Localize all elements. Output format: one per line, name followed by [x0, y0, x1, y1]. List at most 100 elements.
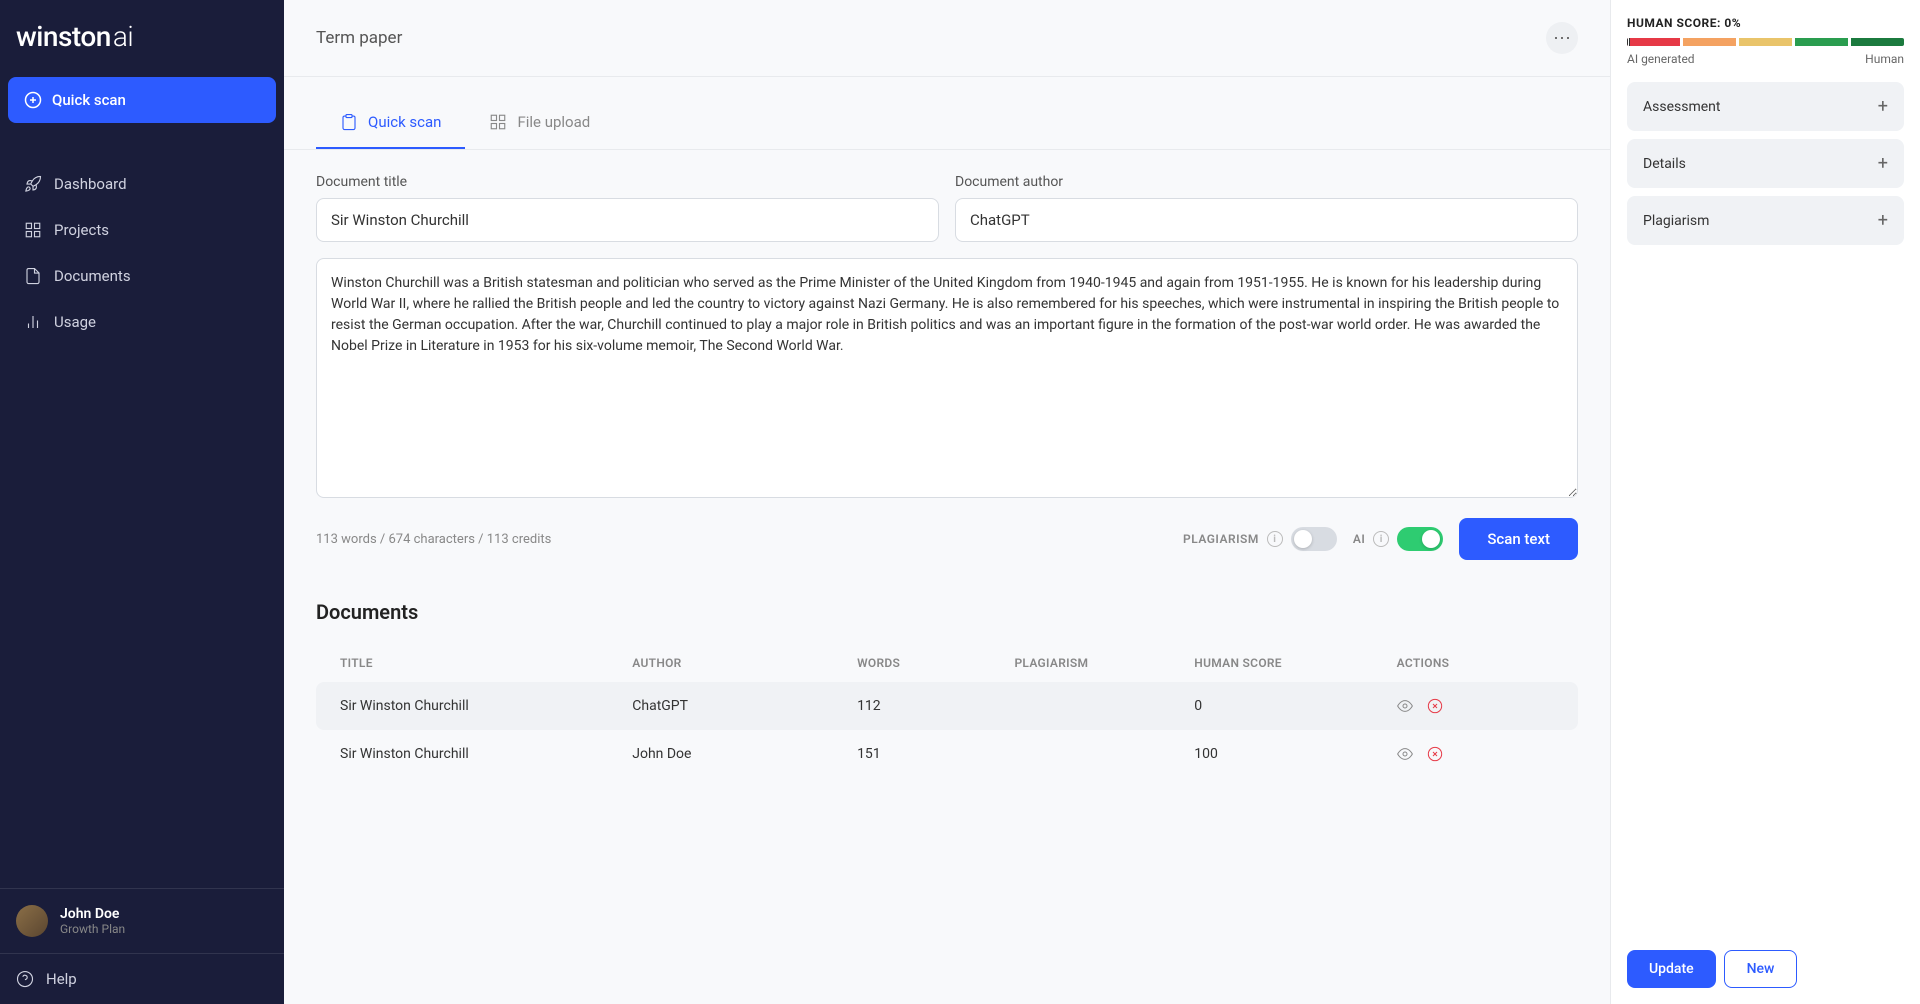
logo-suffix: ai — [113, 20, 133, 53]
plagiarism-label: PLAGIARISM — [1183, 532, 1259, 546]
logo: winstonai — [0, 0, 284, 77]
score-seg-red — [1627, 38, 1680, 46]
tabs: Quick scan File upload — [284, 97, 1610, 150]
chart-icon — [24, 313, 42, 331]
col-actions: ACTIONS — [1397, 656, 1554, 670]
eye-icon[interactable] — [1397, 698, 1413, 714]
legend-human: Human — [1865, 52, 1904, 66]
rocket-icon — [24, 175, 42, 193]
cell-human-score: 0 — [1194, 698, 1396, 714]
accordion-assessment-label: Assessment — [1643, 99, 1720, 115]
nav-documents-label: Documents — [54, 267, 131, 285]
panel-footer: Update New — [1627, 950, 1904, 988]
right-panel: HUMAN SCORE: 0% AI generated Human Asses… — [1610, 0, 1920, 1004]
nav-dashboard[interactable]: Dashboard — [8, 163, 276, 205]
col-human-score: HUMAN SCORE — [1194, 656, 1396, 670]
delete-icon[interactable] — [1427, 698, 1443, 714]
sidebar-footer: John Doe Growth Plan Help — [0, 888, 284, 1004]
upload-icon — [489, 113, 507, 131]
tab-file-upload-label: File upload — [517, 113, 590, 131]
clipboard-icon — [340, 113, 358, 131]
nav-documents[interactable]: Documents — [8, 255, 276, 297]
cell-words: 112 — [857, 698, 1014, 714]
col-author: AUTHOR — [632, 656, 857, 670]
row-actions — [1397, 746, 1554, 762]
author-label: Document author — [955, 174, 1578, 190]
quick-scan-label: Quick scan — [52, 91, 126, 109]
delete-icon[interactable] — [1427, 746, 1443, 762]
user-info: John Doe Growth Plan — [60, 906, 125, 936]
score-seg-yellow — [1739, 38, 1792, 46]
avatar — [16, 905, 48, 937]
row-actions — [1397, 698, 1554, 714]
ai-toggle-group: AI i — [1353, 527, 1443, 551]
header-menu-button[interactable]: ⋯ — [1546, 22, 1578, 54]
legend-ai: AI generated — [1627, 52, 1695, 66]
score-seg-green — [1795, 38, 1848, 46]
title-group: Document title — [316, 174, 939, 242]
form-row: Document title Document author — [316, 174, 1578, 242]
accordion-details[interactable]: Details + — [1627, 139, 1904, 188]
plagiarism-toggle[interactable] — [1291, 527, 1337, 551]
help-section[interactable]: Help — [0, 953, 284, 1004]
quick-scan-button[interactable]: Quick scan — [8, 77, 276, 123]
cell-title: Sir Winston Churchill — [340, 698, 632, 714]
user-name: John Doe — [60, 906, 125, 922]
page-title: Term paper — [316, 28, 402, 48]
info-icon[interactable]: i — [1373, 531, 1389, 547]
document-textarea[interactable] — [316, 258, 1578, 498]
tab-file-upload[interactable]: File upload — [465, 97, 614, 149]
documents-section: Documents TITLE AUTHOR WORDS PLAGIARISM … — [316, 600, 1578, 778]
update-button[interactable]: Update — [1627, 950, 1716, 988]
new-button[interactable]: New — [1724, 950, 1798, 988]
info-icon[interactable]: i — [1267, 531, 1283, 547]
accordion-details-label: Details — [1643, 156, 1686, 172]
table-row[interactable]: Sir Winston Churchill ChatGPT 112 0 — [316, 682, 1578, 730]
cell-title: Sir Winston Churchill — [340, 746, 632, 762]
title-input[interactable] — [316, 198, 939, 242]
main: Term paper ⋯ Quick scan File upload Docu… — [284, 0, 1610, 1004]
col-plagiarism: PLAGIARISM — [1014, 656, 1194, 670]
nav-usage[interactable]: Usage — [8, 301, 276, 343]
documents-table: TITLE AUTHOR WORDS PLAGIARISM HUMAN SCOR… — [316, 644, 1578, 778]
accordion-plagiarism[interactable]: Plagiarism + — [1627, 196, 1904, 245]
user-section[interactable]: John Doe Growth Plan — [0, 888, 284, 953]
ai-label: AI — [1353, 532, 1365, 546]
nav-projects[interactable]: Projects — [8, 209, 276, 251]
plagiarism-toggle-group: PLAGIARISM i — [1183, 527, 1337, 551]
cell-human-score: 100 — [1194, 746, 1396, 762]
score-bar — [1627, 38, 1904, 46]
nav-projects-label: Projects — [54, 221, 109, 239]
tab-quick-scan[interactable]: Quick scan — [316, 97, 465, 149]
section-title: Documents — [316, 600, 1578, 624]
cell-author: John Doe — [632, 746, 857, 762]
author-input[interactable] — [955, 198, 1578, 242]
accordion-plagiarism-label: Plagiarism — [1643, 213, 1709, 229]
score-legend: AI generated Human — [1627, 52, 1904, 66]
eye-icon[interactable] — [1397, 746, 1413, 762]
ai-toggle[interactable] — [1397, 527, 1443, 551]
nav-dashboard-label: Dashboard — [54, 175, 127, 193]
sidebar: winstonai Quick scan Dashboard Projects … — [0, 0, 284, 1004]
table-header: TITLE AUTHOR WORDS PLAGIARISM HUMAN SCOR… — [316, 644, 1578, 682]
plus-circle-icon — [24, 91, 42, 109]
controls-right: PLAGIARISM i AI i Scan text — [1183, 518, 1578, 560]
col-title: TITLE — [340, 656, 632, 670]
word-count: 113 words / 674 characters / 113 credits — [316, 532, 551, 547]
plus-icon: + — [1878, 210, 1888, 231]
grid-icon — [24, 221, 42, 239]
human-score-label: HUMAN SCORE: 0% — [1627, 16, 1904, 30]
content: Document title Document author 113 words… — [284, 150, 1610, 1004]
score-seg-darkgreen — [1851, 38, 1904, 46]
plus-icon: + — [1878, 96, 1888, 117]
table-row[interactable]: Sir Winston Churchill John Doe 151 100 — [316, 730, 1578, 778]
controls-row: 113 words / 674 characters / 113 credits… — [316, 518, 1578, 560]
score-seg-orange — [1683, 38, 1736, 46]
user-plan: Growth Plan — [60, 922, 125, 936]
plus-icon: + — [1878, 153, 1888, 174]
col-words: WORDS — [857, 656, 1014, 670]
title-label: Document title — [316, 174, 939, 190]
accordion-assessment[interactable]: Assessment + — [1627, 82, 1904, 131]
scan-text-button[interactable]: Scan text — [1459, 518, 1578, 560]
help-label: Help — [46, 970, 77, 988]
